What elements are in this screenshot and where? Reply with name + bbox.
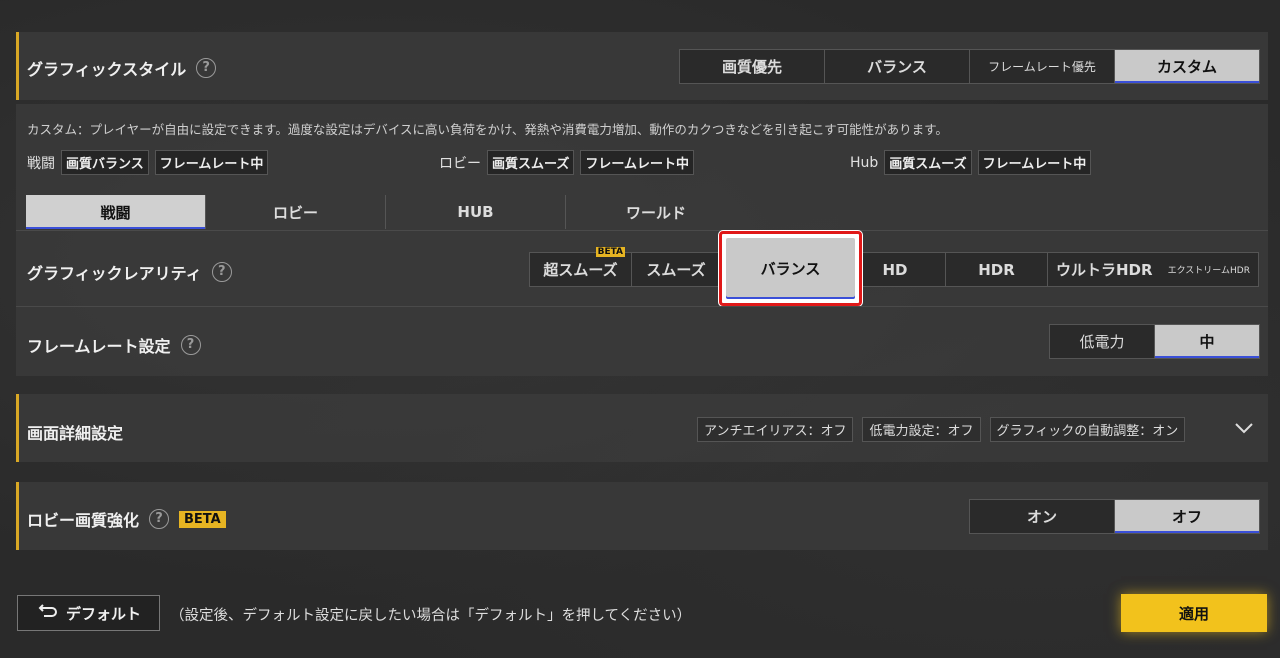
style-option-custom[interactable]: カスタム	[1115, 50, 1259, 83]
detail-chip-antialias: アンチエイリアス：オフ	[697, 417, 854, 442]
tab-battle[interactable]: 戦闘	[26, 195, 206, 229]
framerate-title: フレームレート設定	[27, 337, 171, 356]
help-icon[interactable]: ?	[149, 509, 170, 529]
lobby-enhance-title: ロビー画質強化	[27, 511, 140, 530]
graphic-style-selector: 画質優先 バランス フレームレート優先 カスタム	[679, 49, 1260, 84]
beta-badge: BETA	[595, 247, 625, 257]
detail-chip-auto-adjust: グラフィックの自動調整：オン	[989, 417, 1186, 442]
rarity-option-label: ウルトラHDR	[1056, 261, 1153, 279]
divider	[16, 230, 1268, 231]
default-button-label: デフォルト	[65, 604, 141, 623]
help-icon[interactable]: ?	[196, 58, 217, 78]
graphic-style-title: グラフィックスタイル	[27, 60, 187, 79]
apply-button[interactable]: 適用	[1121, 594, 1267, 632]
style-option-quality[interactable]: 画質優先	[680, 50, 825, 83]
summary-hub-framerate: フレームレート中	[977, 150, 1092, 175]
rarity-option-label: エクストリームHDR	[1167, 266, 1250, 276]
lobby-enhance-selector: オン オフ	[969, 499, 1260, 534]
lobby-enhance-title-row: ロビー画質強化 ? BETA	[27, 507, 226, 531]
divider	[16, 306, 1268, 307]
summary-lobby: ロビー 画質スムーズ フレームレート中	[439, 150, 694, 175]
rarity-option-label: 超スムーズ	[543, 261, 618, 279]
summary-lobby-label: ロビー	[439, 155, 481, 172]
help-icon[interactable]: ?	[211, 262, 232, 282]
rarity-option-ultra-hdr[interactable]: ウルトラHDR エクストリームHDR	[1048, 253, 1258, 286]
summary-hub-quality: 画質スムーズ	[884, 150, 972, 175]
help-icon[interactable]: ?	[180, 335, 201, 355]
default-button[interactable]: デフォルト	[17, 595, 160, 631]
tab-lobby[interactable]: ロビー	[206, 195, 386, 229]
graphic-style-title-row: グラフィックスタイル ?	[27, 56, 217, 80]
lobby-enhance-off[interactable]: オフ	[1115, 500, 1259, 533]
mode-tabs: 戦闘 ロビー HUB ワールド	[26, 195, 746, 229]
detail-title: 画面詳細設定	[27, 424, 124, 443]
highlight-box: バランス	[719, 231, 862, 306]
summary-battle-label: 戦闘	[27, 155, 55, 172]
rarity-option-smooth[interactable]: スムーズ	[632, 253, 720, 286]
framerate-option-medium[interactable]: 中	[1155, 325, 1259, 358]
beta-label: BETA	[179, 510, 226, 528]
rarity-selector: 超スムーズ BETA スムーズ HD HDR ウルトラHDR エクストリームHD…	[529, 247, 1259, 287]
summary-lobby-framerate: フレームレート中	[580, 150, 694, 175]
summary-hub: Hub 画質スムーズ フレームレート中	[850, 150, 1092, 175]
summary-lobby-quality: 画質スムーズ	[487, 150, 575, 175]
tab-world[interactable]: ワールド	[566, 195, 746, 229]
rarity-option-super-smooth[interactable]: 超スムーズ BETA	[530, 247, 632, 286]
default-hint: （設定後、デフォルト設定に戻したい場合は「デフォルト」を押してください）	[170, 608, 692, 624]
rarity-title-row: グラフィックレアリティ ?	[27, 260, 232, 284]
summary-battle-framerate: フレームレート中	[154, 150, 269, 175]
framerate-title-row: フレームレート設定 ?	[27, 333, 201, 357]
detail-chips: アンチエイリアス：オフ 低電力設定：オフ グラフィックの自動調整：オン	[697, 417, 1186, 442]
rarity-option-balance[interactable]: バランス	[726, 238, 855, 299]
undo-icon	[36, 604, 58, 622]
custom-description: カスタム：プレイヤーが自由に設定できます。過度な設定はデバイスに高い負荷をかけ、…	[27, 122, 948, 137]
framerate-option-low-power[interactable]: 低電力	[1050, 325, 1155, 358]
summary-battle-quality: 画質バランス	[61, 150, 149, 175]
style-option-framerate[interactable]: フレームレート優先	[970, 50, 1115, 83]
tab-hub[interactable]: HUB	[386, 195, 566, 229]
rarity-title: グラフィックレアリティ	[27, 264, 202, 283]
framerate-selector: 低電力 中	[1049, 324, 1260, 359]
summary-hub-label: Hub	[850, 154, 879, 171]
detail-chip-low-power: 低電力設定：オフ	[862, 417, 981, 442]
summary-battle: 戦闘 画質バランス フレームレート中	[27, 150, 269, 175]
style-option-balance[interactable]: バランス	[825, 50, 970, 83]
chevron-down-icon[interactable]	[1234, 418, 1254, 438]
rarity-option-hdr[interactable]: HDR	[946, 253, 1048, 286]
lobby-enhance-on[interactable]: オン	[970, 500, 1115, 533]
